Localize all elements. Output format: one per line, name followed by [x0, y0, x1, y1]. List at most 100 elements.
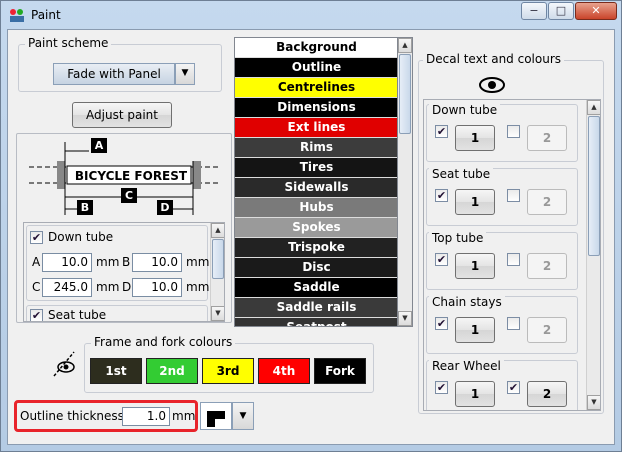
scroll-up-icon[interactable]: ▲ — [211, 223, 224, 238]
part-item[interactable]: Centrelines — [235, 78, 397, 98]
decal-secondary-checkbox[interactable] — [507, 253, 520, 266]
decal-colour-1-button[interactable]: 1 — [455, 253, 495, 279]
decal-secondary-checkbox[interactable] — [507, 189, 520, 202]
chevron-down-icon: ▼ — [181, 68, 189, 78]
part-item[interactable]: Trispoke — [235, 238, 397, 258]
dim-c-field[interactable]: 245.0 — [42, 278, 92, 297]
decal-item: Rear Wheel ✔ 1 ✔ 2 — [426, 359, 578, 410]
outline-style-dropdown-button[interactable]: ▼ — [232, 402, 254, 430]
part-item[interactable]: Rims — [235, 138, 397, 158]
scroll-down-icon[interactable]: ▼ — [398, 311, 412, 326]
decal-colour-1-button[interactable]: 1 — [455, 189, 495, 215]
part-item[interactable]: Saddle rails — [235, 298, 397, 318]
decal-primary-checkbox[interactable]: ✔ — [435, 125, 448, 138]
frame-colour-swatch[interactable]: 2nd — [146, 358, 198, 384]
decal-item-label: Rear Wheel — [429, 359, 504, 373]
eye-hidden-icon[interactable] — [50, 350, 80, 378]
part-item[interactable]: Saddle — [235, 278, 397, 298]
decal-item: Seat tube ✔ 1 2 — [426, 167, 578, 226]
decal-colour-2-button[interactable]: 2 — [527, 189, 567, 215]
frame-colour-swatch[interactable]: Fork — [314, 358, 366, 384]
frame-colour-swatch[interactable]: 3rd — [202, 358, 254, 384]
decal-colour-1-button[interactable]: 1 — [455, 125, 495, 151]
scroll-thumb[interactable] — [588, 116, 600, 256]
scroll-up-icon[interactable]: ▲ — [587, 100, 600, 115]
parts-scrollbar[interactable]: ▲ ▼ — [398, 37, 413, 327]
decal-colour-2-button[interactable]: 2 — [527, 125, 567, 151]
decal-colour-1-button[interactable]: 1 — [455, 381, 495, 407]
part-item[interactable]: Dimensions — [235, 98, 397, 118]
frame-colour-swatch[interactable]: 4th — [258, 358, 310, 384]
part-item[interactable]: Spokes — [235, 218, 397, 238]
chevron-down-icon: ▼ — [239, 411, 247, 421]
dim-c-label: C — [32, 280, 41, 294]
paint-scheme-dropdown-button[interactable]: ▼ — [175, 63, 195, 85]
dim-b-marker: B — [77, 200, 93, 215]
seat-tube-checkbox[interactable]: ✔ — [30, 309, 43, 321]
decal-colour-2-button[interactable]: 2 — [527, 317, 567, 343]
part-item[interactable]: Hubs — [235, 198, 397, 218]
dimension-group: BICYCLE FOREST A C B D ✔ Down tube A 10.… — [16, 133, 232, 323]
paint-scheme-select[interactable]: Fade with Panel — [53, 63, 175, 85]
scroll-down-icon[interactable]: ▼ — [587, 395, 600, 410]
parts-list[interactable]: Background Outline Centrelines Dimensions Ex… — [234, 37, 398, 327]
dim-b-field[interactable]: 10.0 — [132, 253, 182, 272]
decal-primary-checkbox[interactable]: ✔ — [435, 189, 448, 202]
dim-a-label: A — [32, 255, 41, 269]
decal-colour-2-button[interactable]: 2 — [527, 381, 567, 407]
dim-d-field[interactable]: 10.0 — [132, 278, 182, 297]
client-area: Paint scheme Fade with Panel ▼ Adjust pa… — [7, 29, 615, 445]
down-tube-checkbox[interactable]: ✔ — [30, 231, 43, 244]
decal-secondary-checkbox[interactable]: ✔ — [507, 381, 520, 394]
dim-d-label: D — [122, 280, 132, 294]
part-item[interactable]: Outline — [235, 58, 397, 78]
minimize-button[interactable]: − — [521, 2, 547, 20]
down-tube-label: Down tube — [48, 230, 114, 244]
maximize-button[interactable]: □ — [548, 2, 574, 20]
decal-item: Chain stays ✔ 1 2 — [426, 295, 578, 354]
decal-secondary-checkbox[interactable] — [507, 125, 520, 138]
decal-scrollbar[interactable]: ▲ ▼ — [586, 100, 600, 410]
part-item[interactable]: Sidewalls — [235, 178, 397, 198]
decal-primary-checkbox[interactable]: ✔ — [435, 381, 448, 394]
seat-tube-label: Seat tube — [48, 308, 107, 322]
part-item[interactable]: Ext lines — [235, 118, 397, 138]
scroll-thumb[interactable] — [399, 54, 411, 134]
scroll-up-icon[interactable]: ▲ — [398, 38, 412, 53]
dimension-scrollbar[interactable]: ▲ ▼ — [210, 223, 224, 321]
dim-a-unit: mm — [96, 255, 120, 269]
window-title: Paint — [31, 8, 61, 22]
scroll-thumb[interactable] — [212, 239, 224, 279]
part-item[interactable]: Seatpost — [235, 318, 397, 326]
dim-d-unit: mm — [186, 280, 210, 294]
dim-a-field[interactable]: 10.0 — [42, 253, 92, 272]
dim-c-unit: mm — [96, 280, 120, 294]
dim-a-marker: A — [91, 138, 107, 153]
outline-style-select[interactable] — [200, 402, 232, 430]
scroll-down-icon[interactable]: ▼ — [211, 306, 224, 321]
part-item[interactable]: Disc — [235, 258, 397, 278]
decal-secondary-checkbox[interactable] — [507, 317, 520, 330]
app-icon — [10, 9, 24, 22]
frame-colour-swatch[interactable]: 1st — [90, 358, 142, 384]
decal-group: Decal text and colours Down tube ✔ 1 2 Seat … — [418, 52, 604, 414]
decal-item-label: Down tube — [429, 103, 501, 117]
outline-thickness-unit: mm — [172, 409, 196, 423]
decal-colour-2-button[interactable]: 2 — [527, 253, 567, 279]
adjust-paint-button[interactable]: Adjust paint — [72, 102, 172, 128]
dim-c-marker: C — [121, 188, 137, 203]
decal-colour-1-button[interactable]: 1 — [455, 317, 495, 343]
eye-icon[interactable] — [477, 75, 507, 95]
close-button[interactable]: ✕ — [575, 2, 617, 20]
dim-b-label: B — [122, 255, 131, 269]
part-item[interactable]: Background — [235, 38, 397, 58]
decal-primary-checkbox[interactable]: ✔ — [435, 317, 448, 330]
part-item[interactable]: Tires — [235, 158, 397, 178]
diagram-banner: BICYCLE FOREST — [74, 169, 188, 183]
decal-primary-checkbox[interactable]: ✔ — [435, 253, 448, 266]
paint-scheme-group: Paint scheme Fade with Panel ▼ — [18, 36, 222, 92]
paint-window: Paint − □ ✕ Paint scheme Fade with Panel… — [0, 0, 622, 452]
decal-item-label: Chain stays — [429, 295, 505, 309]
decal-item-label: Top tube — [429, 231, 487, 245]
outline-thickness-field[interactable]: 1.0 — [122, 407, 170, 426]
